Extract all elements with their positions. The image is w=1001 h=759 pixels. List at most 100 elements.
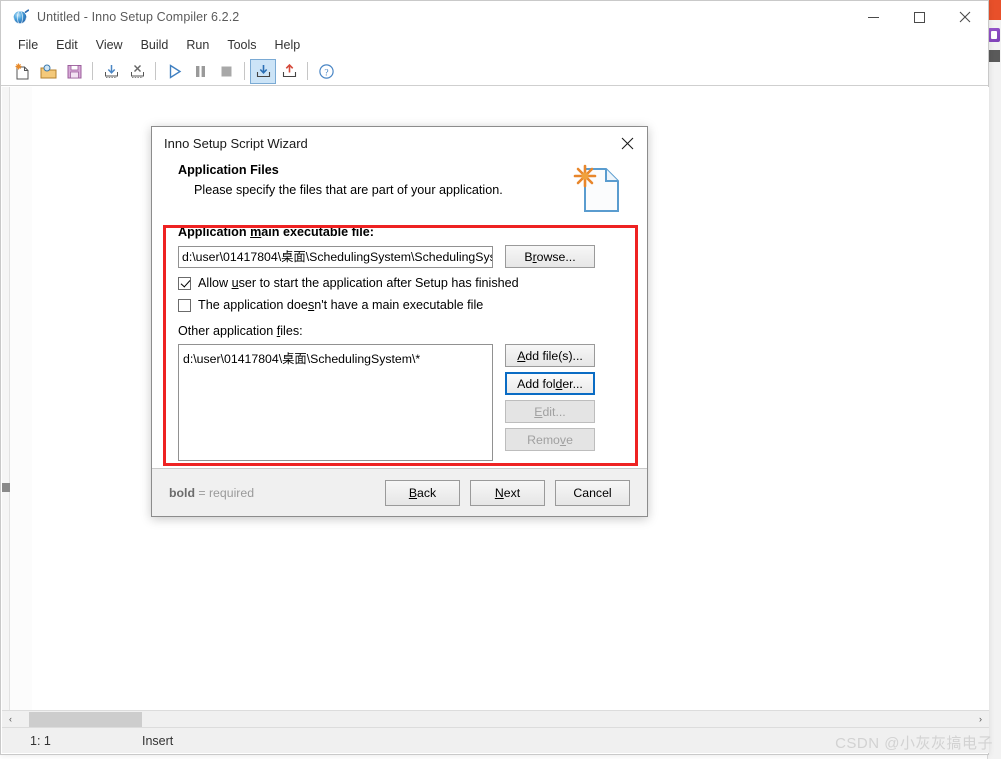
back-accel: B <box>408 485 418 500</box>
required-note-bold: bold <box>169 485 195 500</box>
status-insert-mode: Insert <box>142 733 174 748</box>
import-icon[interactable] <box>98 59 124 84</box>
editor-horizontal-scrollbar[interactable]: ‹ › <box>2 710 989 728</box>
other-files-listbox[interactable]: d:\user\01417804\桌面\SchedulingSystem\* <box>178 344 493 461</box>
help-icon[interactable]: ? <box>313 59 339 84</box>
toolbar-separator-4 <box>307 62 308 80</box>
editor-gutter-marker <box>2 483 10 492</box>
menu-item-file[interactable]: File <box>9 35 47 55</box>
svg-text:?: ? <box>324 68 328 78</box>
required-note-rest: = required <box>194 485 255 500</box>
other-files-label-pre: Other application <box>178 324 277 338</box>
menu-item-view[interactable]: View <box>87 35 132 55</box>
add-folder-post: er... <box>562 376 583 391</box>
document-with-star-icon <box>572 163 622 215</box>
scroll-left-arrow-icon[interactable]: ‹ <box>2 710 19 728</box>
edit-post: dit... <box>542 404 566 419</box>
allow-user-start-app-row[interactable]: Allow user to start the application afte… <box>178 276 621 290</box>
add-files-button[interactable]: Add file(s)... <box>505 344 595 367</box>
background-purple-app-icon <box>988 28 1000 42</box>
window-titlebar: Untitled - Inno Setup Compiler 6.2.2 <box>1 1 988 33</box>
allow-user-start-app-label: Allow user to start the application afte… <box>198 276 519 290</box>
menu-bar: File Edit View Build Run Tools Help <box>1 33 988 57</box>
main-executable-row: d:\user\01417804\桌面\SchedulingSystem\Sch… <box>178 245 621 268</box>
pause-icon[interactable] <box>187 59 213 84</box>
csdn-watermark: CSDN @小灰灰搞电子 <box>835 735 993 752</box>
next-button[interactable]: Next <box>470 479 545 506</box>
other-files-section: d:\user\01417804\桌面\SchedulingSystem\* A… <box>178 344 621 461</box>
browse-label-post: owse... <box>536 249 576 264</box>
inno-setup-globe-icon <box>12 8 30 26</box>
list-item[interactable]: d:\user\01417804\桌面\SchedulingSystem\* <box>183 349 488 367</box>
remove-post: e <box>566 432 573 447</box>
screenshot-root: Untitled - Inno Setup Compiler 6.2.2 Fil… <box>0 0 1001 759</box>
main-executable-label-pre: Application <box>178 225 251 239</box>
window-title: Untitled - Inno Setup Compiler 6.2.2 <box>37 10 240 24</box>
remove-pre: Remo <box>527 432 560 447</box>
dialog-title: Inno Setup Script Wizard <box>164 135 308 151</box>
toolbar: ? <box>1 57 988 86</box>
main-executable-label-post: ain executable file: <box>261 225 374 239</box>
open-file-icon[interactable] <box>35 59 61 84</box>
background-right-panel <box>987 20 1001 759</box>
output-icon[interactable] <box>276 59 302 84</box>
no-main-executable-label: The application doesn't have a main exec… <box>198 298 483 312</box>
nomain-label-post: n't have a main executable file <box>314 298 484 312</box>
browse-button[interactable]: Br owse... <box>505 245 595 268</box>
no-main-executable-checkbox[interactable] <box>178 298 191 312</box>
background-orange-strip <box>987 0 1001 20</box>
add-folder-pre: Add fol <box>517 376 556 391</box>
menu-item-edit[interactable]: Edit <box>47 35 87 55</box>
run-icon[interactable] <box>161 59 187 84</box>
other-files-label: Other application files: <box>178 324 621 338</box>
allow-label-accel: u <box>231 276 239 290</box>
dialog-close-button[interactable] <box>607 127 647 159</box>
next-post: ext <box>503 485 521 500</box>
editor-line-number-gutter <box>10 87 32 712</box>
main-executable-label: Application main executable file: <box>178 225 621 239</box>
edit-button[interactable]: Edit... <box>505 400 595 423</box>
window-controls <box>850 1 988 33</box>
menu-item-run[interactable]: Run <box>177 35 218 55</box>
clear-import-icon[interactable] <box>124 59 150 84</box>
new-file-icon[interactable] <box>9 59 35 84</box>
other-files-button-column: Add file(s)... Add fol d er... Edit... Rem… <box>505 344 595 461</box>
menu-item-tools[interactable]: Tools <box>218 35 265 55</box>
add-files-post: dd file(s)... <box>525 348 583 363</box>
inno-setup-script-wizard-dialog: Inno Setup Script Wizard Application Fil… <box>151 126 648 517</box>
menu-item-build[interactable]: Build <box>132 35 178 55</box>
close-button[interactable] <box>942 1 988 33</box>
next-accel: N <box>494 485 504 500</box>
stop-icon[interactable] <box>213 59 239 84</box>
main-executable-input[interactable]: d:\user\01417804\桌面\SchedulingSystem\Sch… <box>178 245 493 268</box>
no-main-executable-row[interactable]: The application doesn't have a main exec… <box>178 298 621 312</box>
browse-label-pre: B <box>524 249 533 264</box>
scrollbar-track[interactable] <box>19 710 972 728</box>
compile-icon[interactable] <box>250 58 276 84</box>
editor-gutter-left <box>2 87 10 712</box>
minimize-button[interactable] <box>850 1 896 33</box>
toolbar-separator-2 <box>155 62 156 80</box>
cancel-pre: Cancel <box>573 485 612 500</box>
toolbar-separator-1 <box>92 62 93 80</box>
back-button[interactable]: Back <box>385 479 460 506</box>
save-file-icon[interactable] <box>61 59 87 84</box>
add-folder-accel: d <box>555 376 563 391</box>
maximize-button[interactable] <box>896 1 942 33</box>
dialog-footer-buttons: Back Next Cancel <box>385 479 630 506</box>
allow-user-start-app-checkbox[interactable] <box>178 276 191 290</box>
other-files-label-post: iles: <box>280 324 303 338</box>
background-dark-app-icon <box>989 50 1000 62</box>
scroll-right-arrow-icon[interactable]: › <box>972 710 989 728</box>
add-files-accel: A <box>517 348 526 363</box>
remove-button[interactable]: Remo v e <box>505 428 595 451</box>
dialog-body: Application main executable file: d:\use… <box>152 225 647 468</box>
scrollbar-thumb[interactable] <box>29 711 142 727</box>
dialog-header: Application Files Please specify the fil… <box>152 159 647 225</box>
cancel-button[interactable]: Cancel <box>555 479 630 506</box>
menu-item-help[interactable]: Help <box>266 35 310 55</box>
add-folder-button[interactable]: Add fol d er... <box>505 372 595 395</box>
status-cursor-position: 1: 1 <box>30 733 51 748</box>
dialog-footer: bold = required Back Next Cancel <box>152 468 647 516</box>
main-executable-label-accel: m <box>250 225 262 239</box>
